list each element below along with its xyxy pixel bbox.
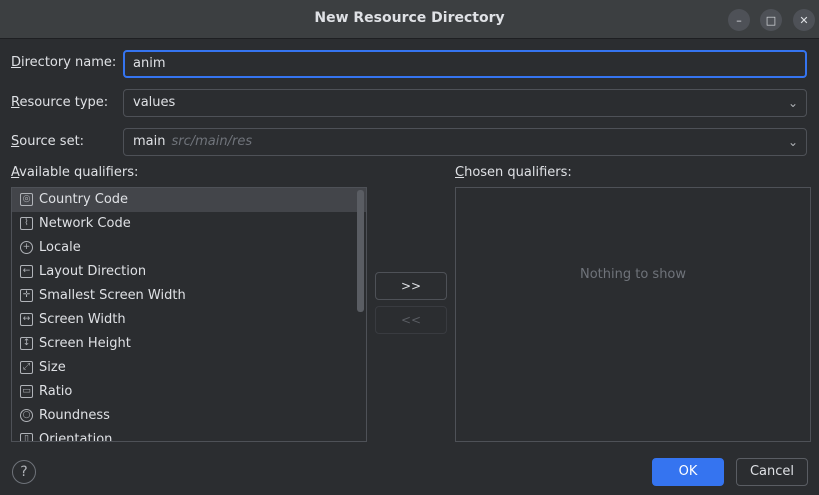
layout-direction-icon: ← — [20, 265, 33, 278]
list-scrollbar[interactable] — [357, 190, 364, 312]
add-qualifier-button[interactable]: >> — [375, 272, 447, 300]
qualifier-item-screen-height[interactable]: ↕ Screen Height — [12, 332, 366, 356]
qualifier-item-size[interactable]: ⤢ Size — [12, 356, 366, 380]
ok-button[interactable]: OK — [652, 458, 724, 486]
chosen-qualifiers-list[interactable]: Nothing to show — [455, 187, 811, 442]
qualifier-item-ratio[interactable]: ▭ Ratio — [12, 380, 366, 404]
close-button[interactable]: ✕ — [793, 9, 815, 31]
qualifier-item-layout-direction[interactable]: ← Layout Direction — [12, 260, 366, 284]
roundness-icon: ○ — [20, 409, 33, 422]
source-set-label: Source set: — [11, 134, 85, 149]
title-bar: New Resource Directory – □ ✕ — [0, 0, 819, 39]
ratio-icon: ▭ — [20, 385, 33, 398]
help-button[interactable]: ? — [12, 460, 36, 484]
remove-qualifier-button[interactable]: << — [375, 306, 447, 334]
chosen-qualifiers-label: Chosen qualifiers: — [455, 165, 572, 180]
screen-height-icon: ↕ — [20, 337, 33, 350]
smallest-width-icon: ✛ — [20, 289, 33, 302]
resource-type-label: Resource type: — [11, 95, 109, 110]
dialog-title: New Resource Directory — [314, 10, 505, 26]
resource-type-value: values — [133, 95, 176, 110]
orientation-icon: ▯ — [20, 433, 33, 441]
country-code-icon: ◎ — [20, 193, 33, 206]
qualifier-item-orientation[interactable]: ▯ Orientation — [12, 428, 366, 441]
qualifier-item-locale[interactable]: + Locale — [12, 236, 366, 260]
maximize-button[interactable]: □ — [760, 9, 782, 31]
globe-icon: + — [20, 241, 33, 254]
minimize-button[interactable]: – — [728, 9, 750, 31]
source-set-value: main — [133, 134, 166, 149]
source-set-hint: src/main/res — [171, 134, 253, 149]
available-qualifiers-list[interactable]: ◎ Country Code ⌇ Network Code + Locale ← Lay… — [11, 187, 367, 442]
qualifier-item-country-code[interactable]: ◎ Country Code — [12, 188, 366, 212]
screen-width-icon: ↔ — [20, 313, 33, 326]
cancel-button[interactable]: Cancel — [736, 458, 808, 486]
directory-name-label: Directory name: — [11, 55, 117, 70]
size-icon: ⤢ — [20, 361, 33, 374]
empty-list-text: Nothing to show — [579, 267, 687, 282]
qualifier-item-network-code[interactable]: ⌇ Network Code — [12, 212, 366, 236]
chevron-down-icon: ⌄ — [787, 96, 798, 110]
qualifier-item-smallest-screen-width[interactable]: ✛ Smallest Screen Width — [12, 284, 366, 308]
directory-name-input[interactable]: anim — [123, 50, 807, 78]
network-code-icon: ⌇ — [20, 217, 33, 230]
chevron-down-icon: ⌄ — [787, 135, 798, 149]
resource-type-select[interactable]: values ⌄ — [123, 89, 807, 117]
available-qualifiers-label: Available qualifiers: — [11, 165, 139, 180]
qualifier-item-roundness[interactable]: ○ Roundness — [12, 404, 366, 428]
qualifier-item-screen-width[interactable]: ↔ Screen Width — [12, 308, 366, 332]
source-set-select[interactable]: main src/main/res ⌄ — [123, 128, 807, 156]
